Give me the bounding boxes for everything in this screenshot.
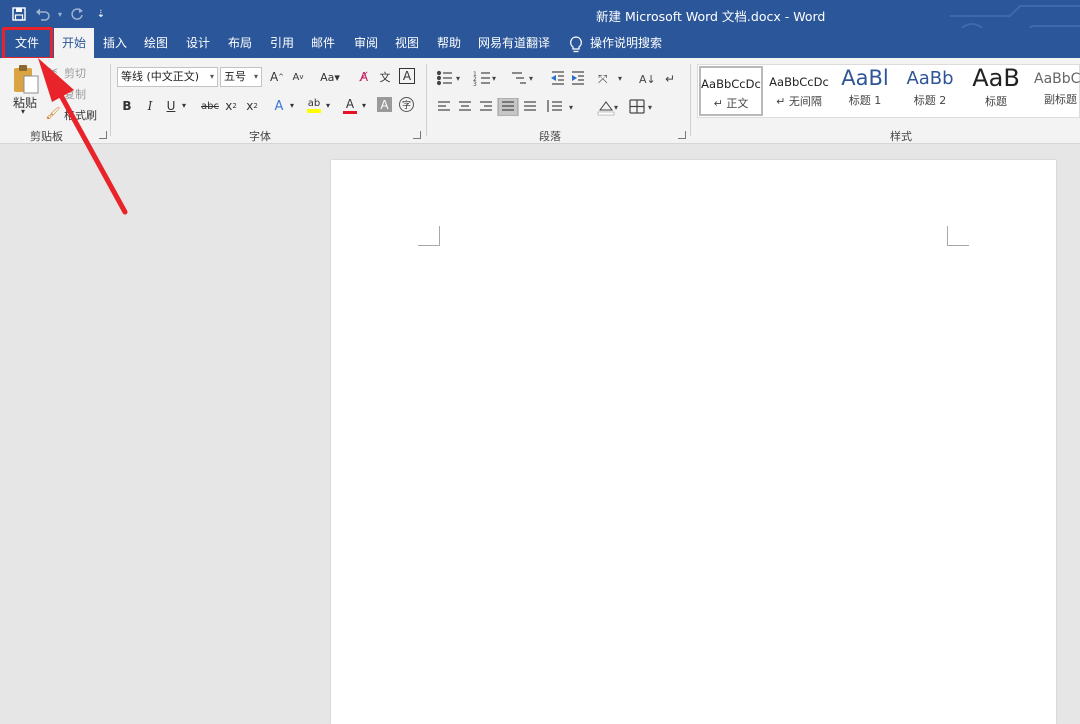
superscript-button[interactable]: x2 (243, 97, 261, 115)
paste-dropdown-icon[interactable]: ▾ (21, 107, 25, 116)
font-color-dropdown-icon[interactable]: ▾ (362, 101, 366, 110)
underline-button[interactable]: U (162, 97, 180, 115)
character-shading-icon[interactable]: A (377, 97, 392, 112)
format-painter-icon: 🖌 (45, 106, 61, 120)
group-separator (690, 64, 691, 136)
tell-me-search[interactable]: 操作说明搜索 (590, 28, 662, 58)
document-title: 新建 Microsoft Word 文档.docx - Word (596, 9, 826, 24)
tab-view[interactable]: 视图 (390, 28, 424, 58)
subscript-button[interactable]: x2 (222, 97, 240, 115)
clear-formatting-icon[interactable]: A̸ (355, 68, 373, 86)
tab-help[interactable]: 帮助 (432, 28, 466, 58)
justify-button[interactable] (498, 97, 520, 117)
text-effects-icon[interactable]: A (270, 97, 288, 115)
borders-button[interactable] (628, 97, 658, 117)
style-heading-2[interactable]: AaBb 标题 2 (898, 66, 962, 116)
tab-mailings[interactable]: 邮件 (306, 28, 340, 58)
font-name-combobox[interactable]: 等线 (中文正文) ▾ (117, 67, 218, 87)
underline-dropdown-icon[interactable]: ▾ (182, 101, 186, 110)
paste-icon[interactable] (12, 64, 40, 94)
decrease-indent-button[interactable] (548, 68, 566, 88)
style-normal[interactable]: AaBbCcDc ↵ 正文 (699, 66, 763, 116)
distributed-button[interactable] (522, 97, 540, 117)
group-label-styles: 样式 (890, 130, 912, 143)
phonetic-guide-icon[interactable]: 文 (376, 68, 394, 86)
align-left-button[interactable] (436, 97, 454, 117)
style-heading-1[interactable]: AaBl 标题 1 (833, 66, 897, 116)
quick-access-toolbar: ▾ ⇣ (8, 3, 112, 25)
asian-layout-button[interactable] (596, 68, 624, 88)
title-bar: ▾ ⇣ 新建 Microsoft Word 文档.docx - Word (0, 0, 1080, 53)
customize-toolbar-icon[interactable]: ⇣ (90, 3, 112, 25)
tab-home[interactable]: 开始 (54, 28, 94, 58)
numbering-button[interactable] (470, 68, 500, 88)
style-no-spacing[interactable]: AaBbCcDc ↵ 无间隔 (767, 66, 831, 116)
scissors-icon: ✂ (47, 64, 59, 78)
sort-button[interactable] (636, 68, 656, 88)
cut-button[interactable]: 剪切 (64, 65, 86, 81)
strikethrough-button[interactable]: abc (199, 97, 221, 115)
lightbulb-icon (570, 36, 582, 53)
bullets-button[interactable] (436, 68, 464, 88)
margin-corner-top-right (947, 226, 969, 246)
tab-insert[interactable]: 插入 (98, 28, 132, 58)
grow-font-icon[interactable]: A ^ (268, 68, 286, 86)
margin-corner-top-left (418, 226, 440, 246)
style-title[interactable]: AaB 标题 (964, 66, 1028, 116)
font-dialog-launcher[interactable] (413, 131, 421, 139)
enclosed-characters-icon[interactable]: 字 (399, 97, 414, 112)
character-border-icon[interactable]: A (399, 68, 415, 84)
align-right-button[interactable] (478, 97, 496, 117)
file-tab-highlight-box (2, 27, 53, 60)
tab-references[interactable]: 引用 (265, 28, 299, 58)
undo-icon[interactable] (32, 3, 54, 25)
highlight-dropdown-icon[interactable]: ▾ (326, 101, 330, 110)
group-separator (110, 64, 111, 136)
font-color-icon[interactable]: A (341, 96, 359, 114)
group-label-font: 字体 (249, 130, 271, 143)
change-case-icon[interactable]: Aa ▾ (317, 68, 343, 86)
redo-icon[interactable] (66, 3, 88, 25)
shrink-font-icon[interactable]: Av (289, 68, 307, 86)
clipboard-dialog-launcher[interactable] (99, 131, 107, 139)
save-icon[interactable] (8, 3, 30, 25)
group-separator (426, 64, 427, 136)
document-page[interactable] (331, 160, 1056, 724)
ribbon-tabs: 文件 开始 插入 绘图 设计 布局 引用 邮件 审阅 视图 帮助 网易有道翻译 … (0, 28, 1080, 58)
highlight-icon[interactable]: ab (305, 96, 323, 114)
undo-dropdown-icon[interactable]: ▾ (56, 3, 64, 25)
paragraph-dialog-launcher[interactable] (678, 131, 686, 139)
group-label-clipboard: 剪贴板 (30, 130, 63, 143)
italic-button[interactable]: I (141, 97, 159, 115)
line-spacing-button[interactable] (546, 97, 578, 117)
font-size-combobox[interactable]: 五号 ▾ (220, 67, 262, 87)
text-effects-dropdown-icon[interactable]: ▾ (290, 101, 294, 110)
shading-button[interactable] (594, 97, 626, 117)
copy-button[interactable]: 复制 (64, 86, 86, 102)
show-marks-button[interactable] (662, 68, 680, 88)
tab-draw[interactable]: 绘图 (139, 28, 173, 58)
tab-review[interactable]: 审阅 (349, 28, 383, 58)
group-label-paragraph: 段落 (539, 130, 561, 143)
format-painter-button[interactable]: 格式刷 (64, 107, 97, 123)
bold-button[interactable]: B (118, 97, 136, 115)
increase-indent-button[interactable] (570, 68, 588, 88)
align-center-button[interactable] (457, 97, 475, 117)
multilevel-list-button[interactable] (508, 68, 538, 88)
tab-design[interactable]: 设计 (181, 28, 215, 58)
tab-layout[interactable]: 布局 (223, 28, 257, 58)
tab-youdao-translate[interactable]: 网易有道翻译 (476, 28, 552, 58)
style-subtitle[interactable]: AaBbC 副标题 (1030, 66, 1080, 116)
